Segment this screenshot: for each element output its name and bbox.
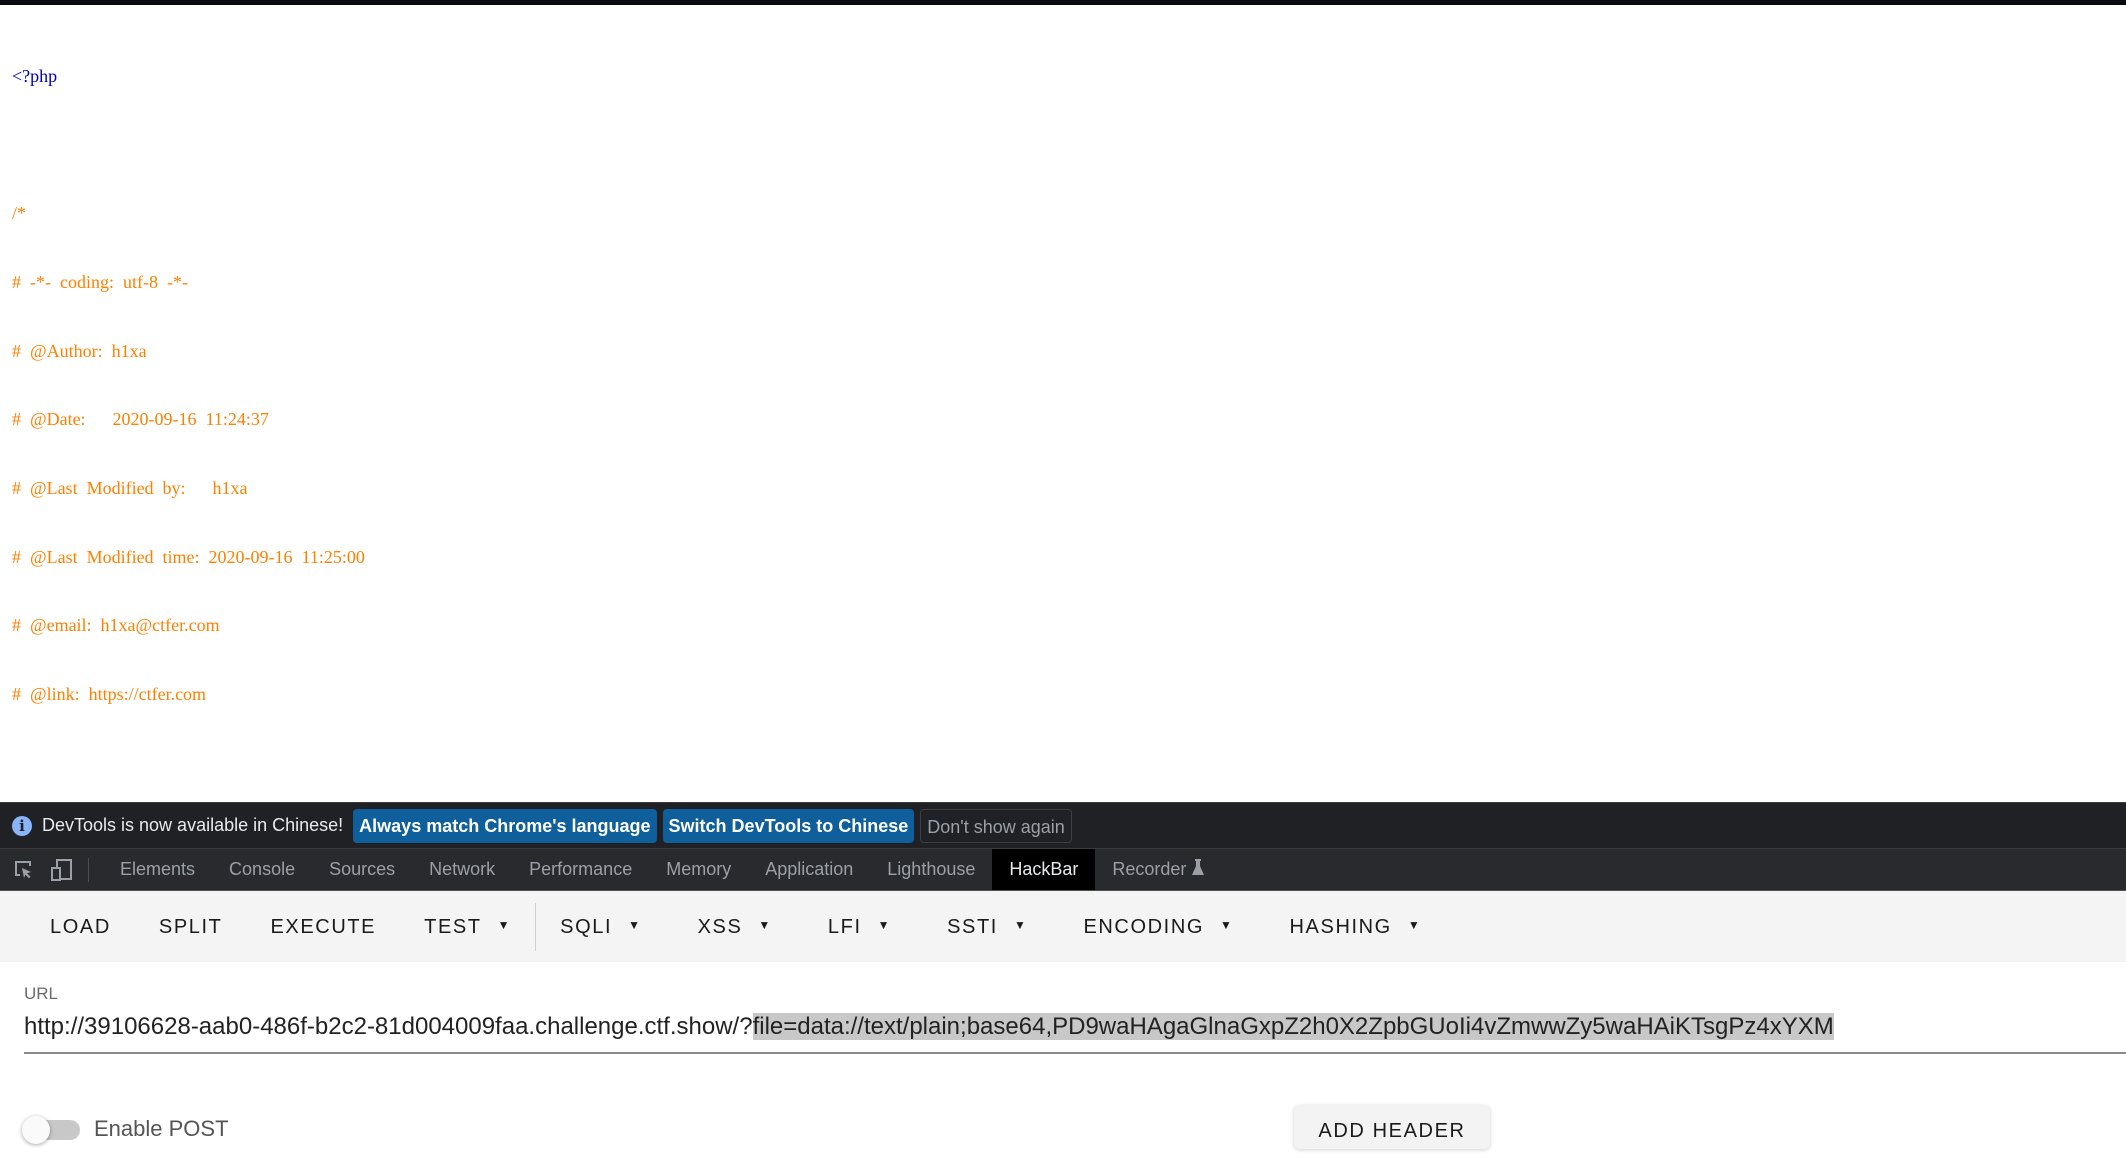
comment-line: # @Last Modified time: 2020-09-16 11:25:… <box>12 546 365 567</box>
tab-recorder-label: Recorder <box>1112 859 1187 879</box>
ssti-menu-button[interactable]: SSTI ▼ <box>915 891 1051 963</box>
enable-post-toggle[interactable] <box>22 1116 80 1144</box>
tab-console[interactable]: Console <box>212 849 312 890</box>
always-match-language-button[interactable]: Always match Chrome's language <box>353 808 657 843</box>
load-label: LOAD <box>50 915 111 938</box>
tab-memory[interactable]: Memory <box>649 849 748 890</box>
ssti-label: SSTI <box>947 915 998 938</box>
device-toolbar-icon[interactable] <box>48 856 76 884</box>
hashing-menu-button[interactable]: HASHING ▼ <box>1258 891 1446 963</box>
infobar-message: DevTools is now available in Chinese! <box>42 815 344 835</box>
execute-label: EXECUTE <box>270 915 377 938</box>
info-icon: i <box>12 815 32 836</box>
execute-button[interactable]: EXECUTE <box>246 891 400 963</box>
comment-line: # @Last Modified by: h1xa <box>12 478 248 499</box>
comment-line: # @link: https://ctfer.com <box>12 684 207 705</box>
tab-lighthouse[interactable]: Lighthouse <box>870 849 992 890</box>
tab-hackbar[interactable]: HackBar <box>992 849 1096 890</box>
url-text-unselected: http://39106628-aab0-486f-b2c2-81d004009… <box>24 1013 753 1040</box>
caret-down-icon: ▼ <box>628 918 642 933</box>
enable-post-label: Enable POST <box>94 1116 229 1141</box>
toggle-knob <box>22 1116 50 1144</box>
tab-recorder[interactable]: Recorder <box>1095 849 1221 890</box>
comment-line: # @email: h1xa@ctfer.com <box>12 615 220 636</box>
caret-down-icon: ▼ <box>497 918 512 933</box>
hackbar-toolbar: LOAD SPLIT EXECUTE TEST ▼ SQLI ▼ XSS ▼ LFI ▼… <box>0 890 2126 962</box>
tab-network[interactable]: Network <box>412 849 512 890</box>
hackbar-url-panel: URL http://39106628-aab0-486f-b2c2-81d00… <box>0 962 2126 1149</box>
tab-application[interactable]: Application <box>748 849 870 890</box>
sqli-menu-button[interactable]: SQLI ▼ <box>536 891 665 963</box>
test-label: TEST <box>424 915 482 938</box>
switch-to-chinese-button[interactable]: Switch DevTools to Chinese <box>662 808 915 843</box>
lfi-label: LFI <box>827 915 862 938</box>
comment-line: # @Date: 2020-09-16 11:24:37 <box>12 409 269 430</box>
xss-label: XSS <box>697 915 743 938</box>
split-label: SPLIT <box>158 915 223 938</box>
xss-menu-button[interactable]: XSS ▼ <box>666 891 796 963</box>
php-open-tag: <?php <box>12 65 58 86</box>
sqli-label: SQLI <box>560 915 613 938</box>
tab-sources[interactable]: Sources <box>312 849 412 890</box>
caret-down-icon: ▼ <box>1013 918 1028 933</box>
comment-line: # -*- coding: utf-8 -*- <box>12 271 188 292</box>
url-text-selected: file=data://text/plain;base64,PD9waHAgaG… <box>752 1013 1834 1040</box>
url-label: URL <box>24 984 59 1003</box>
caret-down-icon: ▼ <box>758 918 772 933</box>
add-header-button[interactable]: ADD HEADER <box>1294 1105 1490 1149</box>
devtools-language-infobar: i DevTools is now available in Chinese! … <box>0 802 2126 848</box>
encoding-menu-button[interactable]: ENCODING ▼ <box>1051 891 1257 963</box>
tab-performance[interactable]: Performance <box>512 849 649 890</box>
encoding-label: ENCODING <box>1083 915 1205 938</box>
comment-line: /* <box>12 203 27 224</box>
hashing-label: HASHING <box>1289 915 1392 938</box>
toolbar-divider <box>88 857 89 882</box>
url-input[interactable]: http://39106628-aab0-486f-b2c2-81d004009… <box>24 1008 2126 1054</box>
lfi-menu-button[interactable]: LFI ▼ <box>796 891 915 963</box>
split-button[interactable]: SPLIT <box>135 891 247 963</box>
inspect-element-icon[interactable] <box>10 856 38 884</box>
caret-down-icon: ▼ <box>1220 918 1234 933</box>
caret-down-icon: ▼ <box>877 918 892 933</box>
load-button[interactable]: LOAD <box>26 891 135 963</box>
tab-elements[interactable]: Elements <box>103 849 212 890</box>
devtools-tabs-bar: Elements Console Sources Network Perform… <box>0 848 2126 890</box>
caret-down-icon: ▼ <box>1407 918 1422 933</box>
dont-show-again-button[interactable]: Don't show again <box>920 808 1072 843</box>
test-menu-button[interactable]: TEST ▼ <box>400 891 535 963</box>
comment-line <box>12 752 495 775</box>
flask-icon <box>1192 850 1205 891</box>
page-content: <?php /* # -*- coding: utf-8 -*- # @Auth… <box>0 5 2126 1053</box>
comment-line: # @Author: h1xa <box>12 340 147 361</box>
